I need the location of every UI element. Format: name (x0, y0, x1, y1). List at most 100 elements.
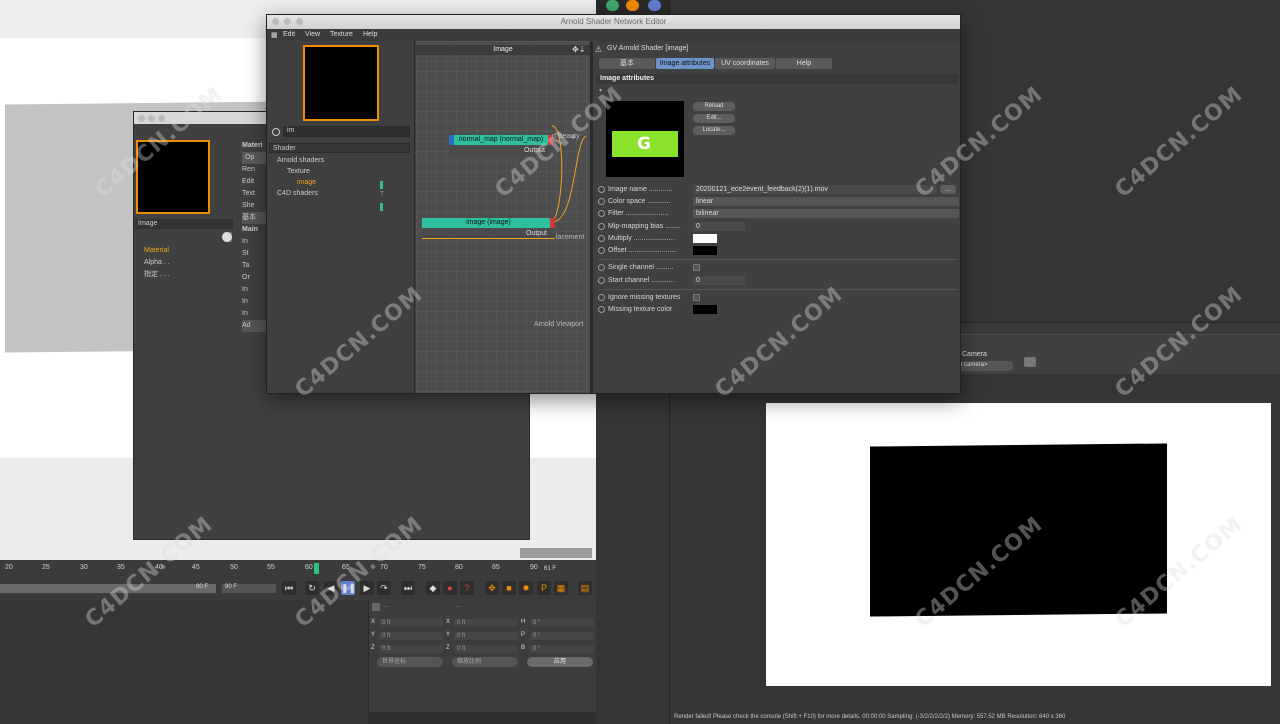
minimize-window-button[interactable] (148, 115, 155, 122)
node-graph[interactable]: Image ✥⇣ normal_map (normal_map) Output … (416, 41, 590, 393)
tab-image-attributes[interactable]: Image attributes (656, 58, 714, 69)
normal-map-node[interactable]: normal_map (normal_map) Output (449, 135, 553, 157)
rotation-h-field[interactable]: 0 ° (530, 619, 594, 627)
tab-uv-coordinates[interactable]: UV coordinates (715, 58, 775, 69)
move-key-icon[interactable]: ✥ (485, 581, 499, 595)
size-y-field[interactable]: 0 ft (454, 632, 518, 640)
position-y-field[interactable]: 0 ft (379, 632, 443, 640)
go-to-start-button[interactable]: ⏮ (282, 581, 296, 595)
record-icon[interactable]: ● (443, 581, 457, 595)
keyframe-radio[interactable] (598, 186, 605, 193)
keyframe-radio[interactable] (598, 235, 605, 242)
redo-icon[interactable]: ↷ (377, 581, 391, 595)
camera-icon[interactable] (1024, 357, 1036, 367)
arnold-shader-network-editor: Arnold Shader Network Editor ▦ Edit View… (266, 14, 961, 394)
camera-select[interactable]: e camera> (955, 361, 1013, 371)
apply-button[interactable]: 应用 (527, 657, 593, 667)
pick-icon[interactable] (222, 232, 232, 242)
keyframe-radio[interactable] (598, 223, 605, 230)
list-item[interactable]: 指定 . . . (144, 269, 170, 281)
pause-button[interactable]: ❚❚ (341, 581, 356, 595)
tree-item-arnold-shaders[interactable]: Arnold shaders (273, 155, 324, 166)
menu-help[interactable]: Help (363, 31, 377, 38)
keyframe-radio[interactable] (598, 198, 605, 205)
tree-item-image[interactable]: image (273, 177, 324, 188)
offset-color-swatch[interactable] (693, 246, 717, 255)
chevron-down-icon[interactable]: ▾ (599, 87, 602, 94)
material-sphere-icon[interactable] (626, 0, 639, 11)
locate-button[interactable]: Locate... (693, 126, 735, 135)
node-output[interactable]: Output (449, 146, 553, 156)
section-header[interactable]: Image attributes (597, 74, 958, 84)
node-input-port[interactable] (449, 135, 454, 145)
size-x-field[interactable]: 0 ft (454, 619, 518, 627)
zoom-window-button[interactable] (296, 18, 303, 25)
edit-button[interactable]: Edit... (693, 114, 735, 123)
shader-search-input[interactable]: im (283, 126, 410, 137)
image-name-field[interactable]: 20200121_ece2event_feedback(2)(1).mov (693, 185, 937, 194)
frame-range-bar[interactable]: 90 F (0, 584, 216, 593)
keyframe-radio[interactable] (598, 277, 605, 284)
list-item[interactable]: Material (144, 245, 170, 257)
keyframe-radio[interactable] (598, 247, 605, 254)
menu-texture[interactable]: Texture (330, 31, 353, 38)
node-output[interactable]: Output (422, 229, 555, 239)
mip-bias-stepper[interactable]: 0 (693, 222, 745, 231)
size-z-field[interactable]: 0 ft (454, 645, 518, 653)
grid-icon[interactable]: ▦ (271, 31, 278, 39)
tab-basic[interactable]: 基本 (599, 58, 655, 69)
key-icon[interactable]: ◆ (426, 581, 440, 595)
coordinate-system-dropdown[interactable]: 世界坐标 (377, 657, 443, 667)
list-item[interactable]: Alpha . . (144, 257, 170, 269)
color-space-dropdown[interactable]: linear (693, 197, 959, 206)
keyframe-radio[interactable] (598, 210, 605, 217)
go-to-end-button[interactable]: ⏭ (401, 581, 415, 595)
close-window-button[interactable] (272, 18, 279, 25)
tab-help[interactable]: Help (776, 58, 832, 69)
single-channel-checkbox[interactable] (693, 264, 700, 271)
arnold-window-titlebar[interactable]: Arnold Shader Network Editor (267, 15, 960, 29)
point-key-icon[interactable]: ▦ (554, 581, 568, 595)
keyframe-radio[interactable] (598, 306, 605, 313)
gear-icon[interactable] (606, 0, 619, 11)
coord-header: --- (455, 604, 461, 610)
timeline-playhead[interactable] (314, 563, 319, 574)
help-icon[interactable]: ? (460, 581, 474, 595)
rotate-key-icon[interactable]: ■ (502, 581, 516, 595)
keyframe-radio[interactable] (598, 294, 605, 301)
close-window-button[interactable] (138, 115, 145, 122)
scale-mode-dropdown[interactable]: 缩放比例 (452, 657, 518, 667)
material-name-field[interactable]: Image (135, 219, 233, 229)
loop-icon[interactable]: ↻ (305, 581, 319, 595)
zoom-window-button[interactable] (158, 115, 165, 122)
viewport-scroll-bar[interactable] (520, 548, 592, 558)
param-key-icon[interactable]: P (537, 581, 551, 595)
clear-search-icon[interactable] (272, 128, 280, 136)
tree-item-texture[interactable]: Texture (273, 166, 324, 177)
menu-edit[interactable]: Edit (283, 31, 295, 38)
tree-item-c4d-shaders[interactable]: C4D shaders (273, 188, 324, 199)
menu-view[interactable]: View (305, 31, 320, 38)
timeline-ruler[interactable]: 20 25 30 35 40 45 50 55 60 65 70 75 80 8… (0, 560, 596, 578)
scale-key-icon[interactable]: ✸ (519, 581, 533, 595)
keyframe-radio[interactable] (598, 264, 605, 271)
film-icon[interactable]: ▤ (578, 581, 592, 595)
multiply-color-swatch[interactable] (693, 234, 717, 243)
reload-button[interactable]: Reload (693, 102, 735, 111)
shield-icon[interactable] (648, 0, 661, 11)
start-channel-stepper[interactable]: 0 (693, 276, 745, 285)
missing-color-swatch[interactable] (693, 305, 717, 314)
browse-button[interactable]: ... (940, 185, 956, 194)
end-frame-field[interactable]: 90 F (222, 584, 276, 593)
position-x-field[interactable]: 0 ft (379, 619, 443, 627)
rotation-b-field[interactable]: 0 ° (530, 645, 594, 653)
step-back-button[interactable]: ◀ (324, 581, 338, 595)
rotation-p-field[interactable]: 0 ° (530, 632, 594, 640)
position-z-field[interactable]: 0 ft (379, 645, 443, 653)
tick-label: 90 (530, 564, 538, 571)
filter-dropdown[interactable]: bilinear (693, 209, 959, 218)
minimize-window-button[interactable] (284, 18, 291, 25)
image-node[interactable]: image (image) Output (422, 218, 555, 240)
ignore-missing-checkbox[interactable] (693, 294, 700, 301)
step-forward-button[interactable]: ▶ (360, 581, 374, 595)
